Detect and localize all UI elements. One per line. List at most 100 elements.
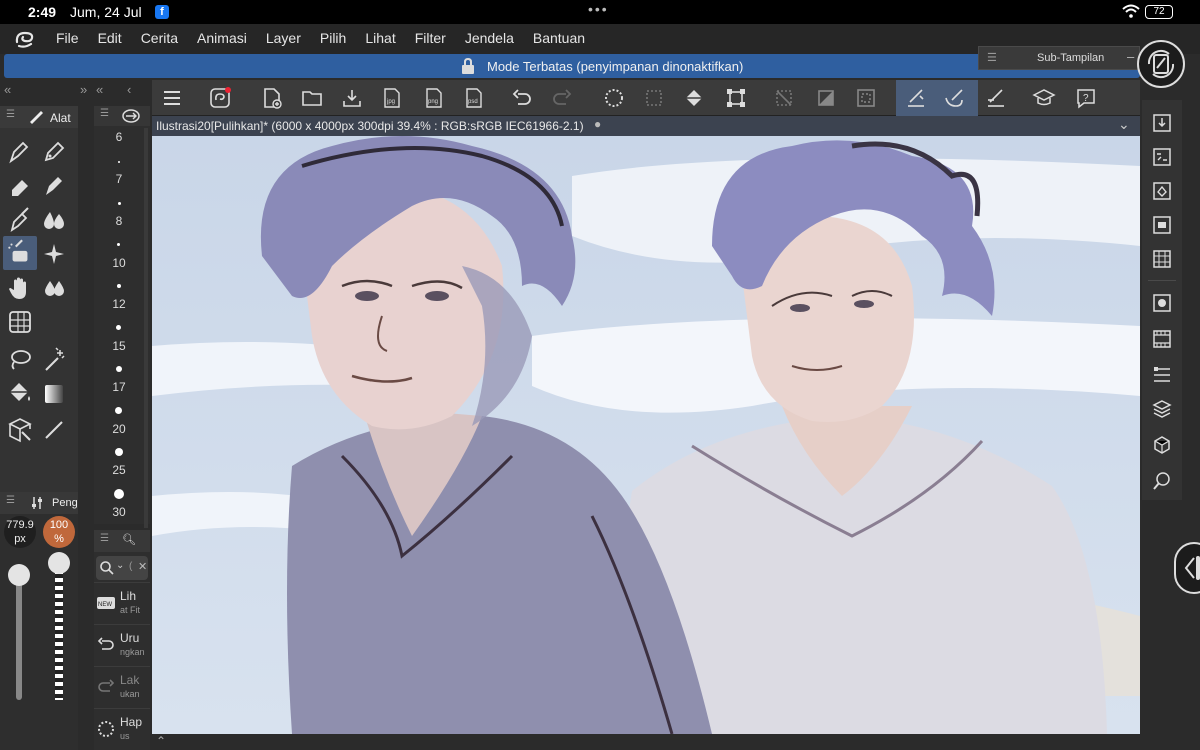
brush-tool-icon[interactable] (38, 170, 70, 202)
menu-filter[interactable]: Filter (415, 30, 446, 46)
edge-keyboard-button[interactable] (1174, 542, 1200, 594)
help-icon[interactable]: ? (1074, 86, 1098, 110)
screen-rotate-button[interactable] (1137, 40, 1185, 88)
magic-wand-tool-icon[interactable] (38, 344, 70, 376)
brush-size-30[interactable]: 30 (94, 505, 144, 519)
panel-minimize-icon[interactable]: – (1127, 49, 1134, 64)
menu-layer[interactable]: Layer (266, 30, 301, 46)
decoration-tool-icon[interactable] (38, 238, 70, 270)
ruler-tool-icon[interactable] (4, 306, 36, 338)
chevron-down-icon[interactable]: ⌄ (116, 560, 124, 571)
page-manager-icon[interactable] (1151, 248, 1173, 270)
gradient-tool-icon[interactable] (38, 378, 70, 410)
opacity-slider-knob[interactable] (48, 552, 70, 574)
history-item-view[interactable]: NEW Lih at Fit (94, 582, 150, 624)
snap-special-ruler-icon[interactable] (942, 86, 966, 110)
3d-object-icon[interactable] (1151, 434, 1173, 456)
learn-icon[interactable] (1032, 86, 1056, 110)
clip-studio-logo-icon[interactable] (14, 29, 36, 49)
undo-icon[interactable] (510, 86, 534, 110)
layer-icon[interactable] (1151, 398, 1173, 420)
panel-grip-icon[interactable]: ☰ (6, 495, 15, 506)
panel-grip-icon[interactable]: ☰ (987, 51, 997, 64)
open-file-icon[interactable] (300, 86, 324, 110)
sub-view-panel[interactable]: ☰ Sub-Tampilan – (978, 46, 1140, 70)
menu-view[interactable]: Lihat (365, 30, 395, 46)
size-slider-knob[interactable] (8, 564, 30, 586)
object-tool-icon[interactable] (4, 414, 36, 446)
panel-grip-icon[interactable]: ☰ (6, 109, 15, 120)
menu-animation[interactable]: Animasi (197, 30, 247, 46)
tab-close-icon[interactable]: ● (594, 117, 601, 131)
timeline-icon[interactable] (1151, 328, 1173, 350)
clear-outside-selection-icon[interactable] (642, 86, 666, 110)
line-tool-icon[interactable] (38, 414, 70, 446)
selection-border-icon[interactable] (854, 86, 878, 110)
airbrush-tool-selected[interactable] (3, 236, 37, 270)
opacity-slider-track[interactable] (55, 562, 63, 700)
menu-select[interactable]: Pilih (320, 30, 346, 46)
history-item-undo[interactable]: Uru ngkan (94, 624, 150, 666)
fill-icon[interactable] (682, 86, 706, 110)
layer-import-icon[interactable] (1151, 112, 1173, 134)
menu-window[interactable]: Jendela (465, 30, 514, 46)
history-item-delete[interactable]: Hap us (94, 708, 150, 750)
brush-size-20[interactable]: 20 (94, 422, 144, 436)
liquify-tool-icon[interactable] (38, 272, 70, 304)
clear-search-icon[interactable]: ✕ (138, 560, 147, 573)
brush-size-25[interactable]: 25 (94, 463, 144, 477)
navigator-icon[interactable] (1151, 292, 1173, 314)
collapse-left-4-icon[interactable]: ‹ (127, 82, 131, 97)
snap-ruler-icon[interactable] (904, 86, 928, 110)
brush-size-15[interactable]: 15 (94, 339, 144, 353)
brush-size-8[interactable]: 8 (94, 214, 144, 228)
expand-up-icon[interactable]: ⌃ (156, 734, 166, 748)
deselect-icon[interactable] (772, 86, 796, 110)
opacity-value[interactable]: 100% (43, 516, 75, 548)
brush-size-12[interactable]: 12 (94, 297, 144, 311)
size-slider-track[interactable] (16, 576, 22, 700)
brush-size-17[interactable]: 17 (94, 380, 144, 394)
collapse-left-2-icon[interactable]: » (80, 82, 87, 97)
layer-search-icon[interactable] (1151, 214, 1173, 236)
document-tab[interactable]: Ilustrasi20[Pulihkan]* (6000 x 4000px 30… (152, 116, 1140, 136)
eraser-tool-icon[interactable] (4, 170, 36, 202)
history-item-redo[interactable]: Lak ukan (94, 666, 150, 708)
blend-tool-icon[interactable] (38, 204, 70, 236)
restricted-mode-banner[interactable]: Mode Terbatas (penyimpanan dinonaktifkan… (4, 54, 1140, 78)
panel-grip-icon[interactable]: ☰ (100, 533, 109, 544)
export-png-icon[interactable]: png (422, 86, 446, 110)
brush-size-scrollbar[interactable] (144, 128, 148, 528)
snap-grid-icon[interactable] (984, 86, 1008, 110)
layer-property-icon[interactable] (1151, 146, 1173, 168)
brush-size-7[interactable]: 7 (94, 172, 144, 186)
redo-icon[interactable] (550, 86, 574, 110)
collapse-left-icon[interactable]: « (4, 82, 11, 97)
menu-story[interactable]: Cerita (141, 30, 178, 46)
fill-pen-tool-icon[interactable] (4, 204, 36, 236)
menu-help[interactable]: Bantuan (533, 30, 585, 46)
drawing-canvas[interactable] (152, 136, 1140, 734)
invert-selection-icon[interactable] (814, 86, 838, 110)
export-jpg-icon[interactable]: jpg (380, 86, 404, 110)
export-psd-icon[interactable]: psd (462, 86, 486, 110)
sub-tool-detail-icon[interactable] (1151, 470, 1173, 492)
panel-grip-icon[interactable]: ☰ (100, 108, 109, 119)
brush-size-value[interactable]: 779.9 px (4, 516, 36, 548)
hand-tool-icon[interactable] (4, 272, 36, 304)
transform-icon[interactable] (724, 86, 748, 110)
search-tab-icon[interactable]: 🔍︎ (122, 533, 136, 546)
brush-size-6[interactable]: 6 (94, 130, 144, 144)
pen-tool-icon[interactable] (4, 136, 36, 168)
collapse-left-3-icon[interactable]: « (96, 82, 103, 97)
new-file-icon[interactable] (260, 86, 284, 110)
lasso-tool-icon[interactable] (4, 344, 36, 376)
clip-studio-home-icon[interactable] (208, 86, 232, 110)
multitask-dots-icon[interactable]: ••• (588, 1, 609, 17)
chevron-down-icon[interactable]: ⌄ (1118, 116, 1130, 133)
fill-bucket-tool-icon[interactable] (4, 378, 36, 410)
pencil-tool-icon[interactable] (38, 136, 70, 168)
clear-layer-icon[interactable] (602, 86, 626, 110)
material-icon[interactable] (1151, 180, 1173, 202)
history-search[interactable]: ⌄ ( ✕ (96, 556, 148, 580)
